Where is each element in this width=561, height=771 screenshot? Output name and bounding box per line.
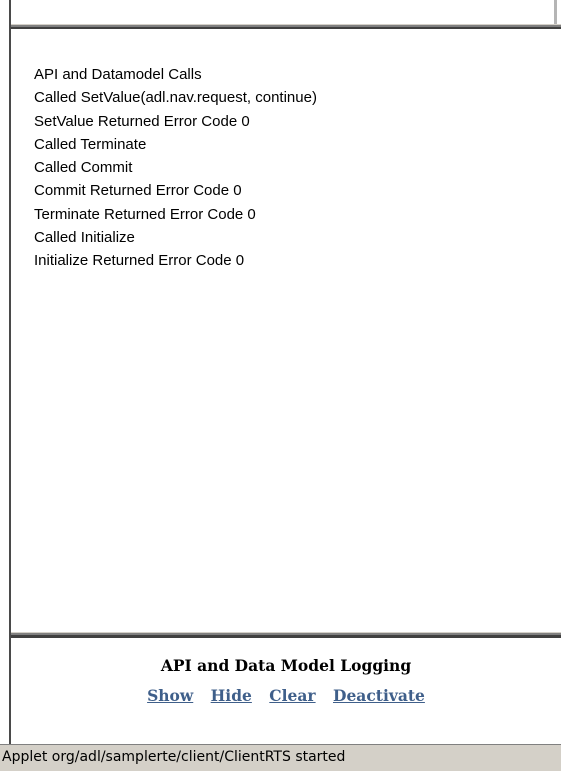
browser-viewport: API and Datamodel Calls Called SetValue(… xyxy=(0,0,561,771)
logging-links: Show Hide Clear Deactivate xyxy=(11,686,561,705)
hide-link[interactable]: Hide xyxy=(211,686,252,705)
log-line: Called Commit xyxy=(34,159,133,177)
logging-title: API and Data Model Logging xyxy=(160,656,412,675)
log-output-frame: API and Datamodel Calls Called SetValue(… xyxy=(11,29,561,632)
log-line: API and Datamodel Calls xyxy=(34,66,202,83)
log-list: API and Datamodel Calls Called SetValue(… xyxy=(34,63,317,273)
log-line: Called Initialize xyxy=(34,229,135,247)
status-text: Applet org/adl/samplerte/client/ClientRT… xyxy=(2,749,346,765)
status-bar: Applet org/adl/samplerte/client/ClientRT… xyxy=(0,744,561,771)
log-line: Commit Returned Error Code 0 xyxy=(34,182,242,200)
show-link[interactable]: Show xyxy=(147,686,193,705)
log-line: Called SetValue(adl.nav.request, continu… xyxy=(34,89,317,107)
top-frame xyxy=(11,0,557,24)
log-line: Called Terminate xyxy=(34,135,147,153)
log-line: Terminate Returned Error Code 0 xyxy=(34,205,256,223)
logging-controls-frame: API and Data Model Logging Show Hide Cle… xyxy=(11,638,561,744)
log-line: SetValue Returned Error Code 0 xyxy=(34,112,250,130)
log-line: Initialize Returned Error Code 0 xyxy=(34,252,245,270)
clear-link[interactable]: Clear xyxy=(269,686,315,705)
deactivate-link[interactable]: Deactivate xyxy=(333,686,425,705)
